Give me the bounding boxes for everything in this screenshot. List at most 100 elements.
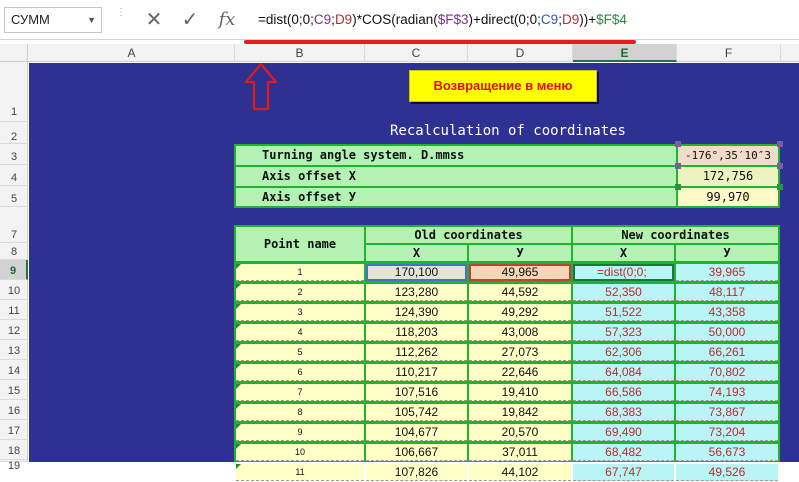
new-x-cell[interactable]: 52,350 [573,284,674,301]
row-header[interactable]: 10 [0,280,28,300]
row-header[interactable]: 14 [0,360,28,380]
new-y-cell[interactable]: 70,802 [676,364,778,381]
old-x-cell[interactable]: 170,100 [366,264,467,281]
column-header-f[interactable]: F [677,44,781,62]
error-indicator-icon [236,264,241,269]
row-header[interactable]: 4 [0,165,28,186]
row-header[interactable]: 13 [0,340,28,360]
new-x-cell[interactable]: 67,747 [573,464,674,481]
old-x-cell[interactable]: 118,203 [366,324,467,341]
new-y-cell[interactable]: 48,117 [676,284,778,301]
new-x-cell[interactable]: 51,522 [573,304,674,321]
point-name-cell[interactable]: 1 [236,264,364,281]
row-header[interactable]: 5 [0,186,28,207]
old-y-cell[interactable]: 19,842 [469,404,571,421]
row-header[interactable]: 11 [0,300,28,320]
old-x-cell[interactable]: 105,742 [366,404,467,421]
new-y-cell[interactable]: 73,204 [676,424,778,441]
old-x-cell[interactable]: 112,262 [366,344,467,361]
old-y-cell[interactable]: 37,011 [469,444,571,461]
new-y-cell[interactable]: 56,673 [676,444,778,461]
point-name-cell[interactable]: 6 [236,364,364,381]
new-x-cell[interactable]: 57,323 [573,324,674,341]
row-header[interactable]: 3 [0,144,28,165]
new-y-cell[interactable]: 73,867 [676,404,778,421]
new-y-cell[interactable]: 49,526 [676,464,778,481]
range-handle[interactable] [777,163,783,169]
row-header[interactable]: 7 [0,207,28,243]
old-x-cell[interactable]: 123,280 [366,284,467,301]
row-header[interactable]: 15 [0,380,28,400]
old-x-cell[interactable]: 106,667 [366,444,467,461]
column-header-e[interactable]: E [573,44,677,62]
row-header[interactable]: 12 [0,320,28,340]
new-x-cell[interactable]: 69,490 [573,424,674,441]
new-x-cell[interactable]: =dist(0;0; [573,264,674,281]
row-header[interactable]: 8 [0,243,28,260]
new-x-cell[interactable]: 68,383 [573,404,674,421]
point-name-cell[interactable]: 10 [236,444,364,461]
old-y-cell[interactable]: 27,073 [469,344,571,361]
new-y-cell[interactable]: 39,965 [676,264,778,281]
new-y-cell[interactable]: 66,261 [676,344,778,361]
point-name-cell[interactable]: 4 [236,324,364,341]
old-x-cell[interactable]: 110,217 [366,364,467,381]
new-y-cell[interactable]: 50,000 [676,324,778,341]
range-handle[interactable] [675,163,681,169]
point-name-cell[interactable]: 11 [236,464,364,481]
column-header-c[interactable]: C [365,44,468,62]
point-name-cell[interactable]: 5 [236,344,364,361]
param-label-offset-x: Axis offset X [236,167,676,186]
new-x-cell[interactable]: 64,084 [573,364,674,381]
range-handle[interactable] [777,141,783,147]
column-header-b[interactable]: B [235,44,365,62]
row-header[interactable]: 9 [0,260,28,280]
old-y-cell[interactable]: 43,008 [469,324,571,341]
old-y-cell[interactable]: 19,410 [469,384,571,401]
new-x-cell[interactable]: 62,306 [573,344,674,361]
row-header[interactable]: 17 [0,420,28,440]
param-value-angle[interactable]: -176°,35′10″3 [678,146,778,165]
old-y-cell[interactable]: 49,292 [469,304,571,321]
old-x-cell[interactable]: 104,677 [366,424,467,441]
old-x-cell[interactable]: 107,826 [366,464,467,481]
point-name-cell[interactable]: 8 [236,404,364,421]
point-name-cell[interactable]: 2 [236,284,364,301]
row-header[interactable]: 2 [0,122,28,144]
table-body: 1 170,100 49,965 =dist(0;0; 39,965 2 123,280 44… [236,262,778,481]
old-y-cell[interactable]: 49,965 [469,264,571,281]
row-header[interactable]: 16 [0,400,28,420]
cancel-icon[interactable]: ✕ [136,6,172,34]
formula-input[interactable]: =dist(0;0;C9;D9)*COS(radian($F$3)+direct… [248,6,799,34]
return-to-menu-button[interactable]: Возвращение в меню [409,70,597,102]
param-value-offset-y[interactable]: 99,970 [678,188,778,206]
point-name-cell[interactable]: 3 [236,304,364,321]
row-header[interactable]: 1 [0,62,28,122]
old-x-cell[interactable]: 124,390 [366,304,467,321]
select-all-button[interactable] [0,44,28,62]
chevron-down-icon[interactable]: ▼ [87,8,96,32]
row-headers: 1 2 3 4 5 7 8 9 10 11 12 13 14 15 16 17 … [0,62,28,472]
old-x-cell[interactable]: 107,516 [366,384,467,401]
param-value-offset-x[interactable]: 172,756 [678,167,778,186]
old-y-cell[interactable]: 44,102 [469,464,571,481]
new-y-cell[interactable]: 43,358 [676,304,778,321]
enter-icon[interactable]: ✓ [172,6,208,34]
point-name-cell[interactable]: 9 [236,424,364,441]
drag-handle-icon[interactable]: ⋮ [116,8,126,30]
old-y-cell[interactable]: 22,646 [469,364,571,381]
column-header-a[interactable]: A [29,44,235,62]
new-x-cell[interactable]: 66,586 [573,384,674,401]
new-x-cell[interactable]: 68,482 [573,444,674,461]
range-handle[interactable] [777,184,783,190]
new-y-cell[interactable]: 74,193 [676,384,778,401]
name-box[interactable]: СУММ ▼ [4,7,102,33]
old-y-cell[interactable]: 44,592 [469,284,571,301]
insert-function-button[interactable]: fx [208,6,246,34]
old-y-cell[interactable]: 20,570 [469,424,571,441]
point-name-cell[interactable]: 7 [236,384,364,401]
row-header[interactable]: 18 [0,440,28,460]
range-handle[interactable] [675,141,681,147]
range-handle[interactable] [675,184,681,190]
column-header-d[interactable]: D [468,44,573,62]
